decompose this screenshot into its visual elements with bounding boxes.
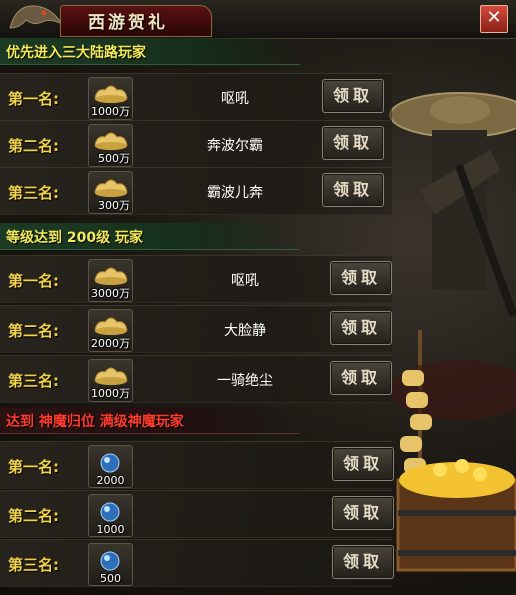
reward-row: 第一名: 2000 领取 — [0, 441, 394, 489]
reward-amount: 1000万 — [91, 387, 130, 400]
blue-gem-icon: 1000 — [88, 494, 133, 537]
section-header-divine: 达到 神魔归位 满级神魔玩家 — [0, 407, 516, 434]
gold-ingot-icon: 1000万 — [88, 77, 133, 120]
gold-ingot-icon: 3000万 — [88, 259, 133, 302]
rank-label: 第一名: — [8, 90, 59, 108]
reward-amount: 2000万 — [91, 337, 130, 350]
reward-row: 第三名: 300万 霸波儿奔 领取 — [0, 167, 392, 215]
gold-ingot-icon: 2000万 — [88, 309, 133, 352]
reward-row: 第三名: 500 领取 — [0, 539, 394, 587]
reward-amount: 1000万 — [91, 105, 130, 118]
rank-label: 第三名: — [8, 556, 59, 574]
player-name: 呕吼 — [231, 273, 259, 289]
rank-label: 第二名: — [8, 137, 59, 155]
gold-ingot-icon: 300万 — [88, 171, 133, 214]
gold-ingot-icon: 500万 — [88, 124, 133, 167]
rank-label: 第二名: — [8, 322, 59, 340]
reward-amount: 500 — [100, 572, 121, 585]
dragon-emblem-icon — [9, 5, 64, 29]
reward-amount: 3000万 — [91, 287, 130, 300]
claim-button[interactable]: 领取 — [330, 311, 392, 345]
rank-label: 第一名: — [8, 458, 59, 476]
reward-row: 第三名: 1000万 一骑绝尘 领取 — [0, 355, 392, 403]
rank-label: 第一名: — [8, 272, 59, 290]
reward-row: 第一名: 1000万 呕吼 领取 — [0, 73, 392, 121]
gold-ingot-icon: 1000万 — [88, 359, 133, 402]
reward-row: 第一名: 3000万 呕吼 领取 — [0, 255, 392, 303]
player-name: 呕吼 — [221, 91, 249, 107]
claim-button[interactable]: 领取 — [322, 173, 384, 207]
player-name: 一骑绝尘 — [217, 373, 273, 389]
section-header-route: 优先进入三大陆路玩家 — [0, 38, 516, 65]
player-name: 奔波尔霸 — [207, 138, 263, 154]
reward-amount: 1000 — [96, 523, 125, 536]
rank-label: 第二名: — [8, 507, 59, 525]
section-title: 达到 神魔归位 满级神魔玩家 — [6, 414, 184, 430]
reward-amount: 500万 — [98, 152, 130, 165]
player-name: 大脸静 — [224, 323, 266, 339]
reward-amount: 2000 — [96, 474, 125, 487]
blue-gem-icon: 500 — [88, 543, 133, 586]
blue-gem-icon: 2000 — [88, 445, 133, 488]
section-header-level: 等级达到 200级 玩家 — [0, 223, 516, 250]
section-title: 等级达到 200级 玩家 — [6, 230, 143, 246]
close-button[interactable]: ✕ — [480, 5, 508, 33]
claim-button[interactable]: 领取 — [322, 79, 384, 113]
reward-row: 第二名: 500万 奔波尔霸 领取 — [0, 120, 392, 168]
claim-button[interactable]: 领取 — [322, 126, 384, 160]
window-title: 西游贺礼 — [88, 13, 168, 33]
claim-button[interactable]: 领取 — [332, 545, 394, 579]
title-bar: 西游贺礼 ✕ — [0, 0, 516, 39]
close-icon: ✕ — [486, 7, 502, 28]
reward-row: 第二名: 2000万 大脸静 领取 — [0, 305, 392, 353]
claim-button[interactable]: 领取 — [332, 447, 394, 481]
player-name: 霸波儿奔 — [207, 185, 263, 201]
claim-button[interactable]: 领取 — [330, 361, 392, 395]
rank-label: 第三名: — [8, 372, 59, 390]
decorative-artwork — [389, 92, 516, 572]
rank-label: 第三名: — [8, 184, 59, 202]
claim-button[interactable]: 领取 — [332, 496, 394, 530]
claim-button[interactable]: 领取 — [330, 261, 392, 295]
reward-amount: 300万 — [98, 199, 130, 212]
reward-row: 第二名: 1000 领取 — [0, 490, 394, 538]
reward-panel: 西游贺礼 ✕ 优先进入三大陆路玩家 第一名: 1000万 呕吼 领取 第二名: … — [0, 0, 516, 595]
section-title: 优先进入三大陆路玩家 — [6, 45, 146, 61]
